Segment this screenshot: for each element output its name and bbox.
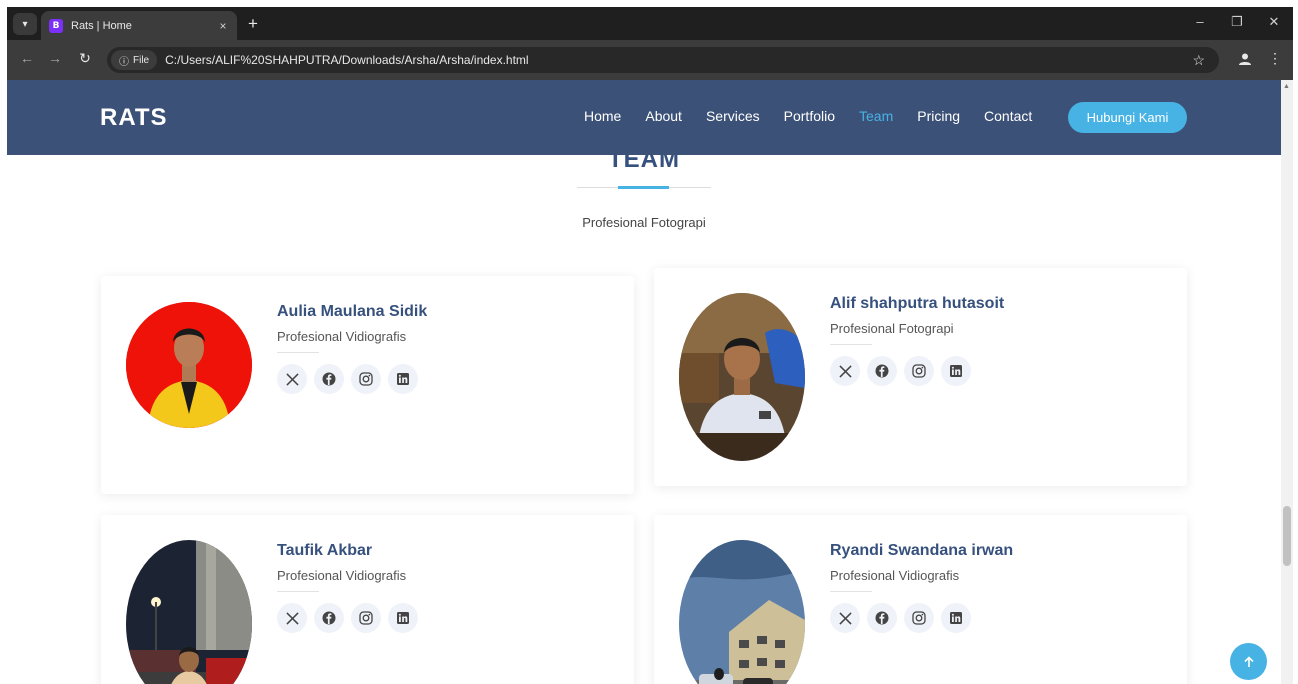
instagram-icon[interactable] bbox=[351, 603, 381, 633]
main-nav: Home About Services Portfolio Team Prici… bbox=[572, 108, 1044, 124]
team-member-card: Taufik Akbar Profesional Vidiografis bbox=[101, 515, 634, 684]
chevron-down-icon: ▾ bbox=[22, 18, 28, 30]
member-divider bbox=[277, 352, 319, 353]
page-scrollbar[interactable]: ▲ bbox=[1281, 80, 1293, 684]
member-role: Profesional Fotograpi bbox=[830, 321, 954, 336]
linkedin-icon[interactable] bbox=[941, 603, 971, 633]
site-info-chip[interactable]: ⓘ File bbox=[111, 50, 158, 70]
member-role: Profesional Vidiografis bbox=[277, 329, 407, 344]
social-links bbox=[830, 603, 971, 633]
tab-search-button[interactable]: ▾ bbox=[13, 13, 37, 35]
site-logo[interactable]: RATS bbox=[100, 104, 168, 132]
site-header: RATS Home About Services Portfolio Team … bbox=[7, 80, 1281, 155]
social-links bbox=[277, 364, 418, 394]
tab-strip: ▾ B Rats | Home × + – ❐ ✕ bbox=[7, 7, 1293, 40]
scroll-thumb[interactable] bbox=[1283, 506, 1291, 566]
more-menu-icon[interactable]: ⋮ bbox=[1267, 50, 1283, 67]
member-name: Alif shahputra hutasoit bbox=[830, 295, 1005, 312]
x-twitter-icon[interactable] bbox=[830, 603, 860, 633]
team-member-card: Alif shahputra hutasoit Profesional Foto… bbox=[654, 268, 1187, 486]
member-name: Aulia Maulana Sidik bbox=[277, 303, 428, 320]
member-photo bbox=[679, 293, 805, 461]
team-member-card: Aulia Maulana Sidik Profesional Vidiogra… bbox=[101, 276, 634, 494]
bootstrap-favicon-icon: B bbox=[49, 18, 63, 33]
minimize-button[interactable]: – bbox=[1190, 14, 1210, 29]
bookmark-star-icon[interactable]: ☆ bbox=[1192, 52, 1205, 69]
member-photo bbox=[679, 540, 805, 684]
facebook-icon[interactable] bbox=[867, 356, 897, 386]
nav-home[interactable]: Home bbox=[584, 108, 621, 124]
member-divider bbox=[277, 591, 319, 592]
section-subtitle: Profesional Fotograpi bbox=[582, 215, 706, 230]
info-icon: ⓘ bbox=[119, 56, 129, 68]
member-name: Ryandi Swandana irwan bbox=[830, 542, 1014, 559]
arrow-right-icon: → bbox=[48, 50, 62, 66]
social-links bbox=[277, 603, 418, 633]
member-name: Taufik Akbar bbox=[277, 542, 373, 559]
forward-button[interactable]: → bbox=[45, 50, 65, 66]
instagram-icon[interactable] bbox=[351, 364, 381, 394]
arrow-up-icon bbox=[1243, 655, 1254, 667]
browser-window: ▾ B Rats | Home × + – ❐ ✕ ← → ↻ ⓘ File C… bbox=[7, 7, 1293, 684]
url-text[interactable]: C:/Users/ALIF%20SHAHPUTRA/Downloads/Arsh… bbox=[165, 53, 528, 67]
reload-icon: ↻ bbox=[79, 50, 91, 66]
browser-tab[interactable]: B Rats | Home × bbox=[41, 11, 237, 40]
scroll-up-icon[interactable]: ▲ bbox=[1283, 83, 1290, 90]
web-page: RATS Home About Services Portfolio Team … bbox=[7, 80, 1293, 684]
nav-portfolio[interactable]: Portfolio bbox=[784, 108, 835, 124]
browser-toolbar: ← → ↻ ⓘ File C:/Users/ALIF%20SHAHPUTRA/D… bbox=[7, 40, 1293, 80]
address-bar[interactable]: ⓘ File C:/Users/ALIF%20SHAHPUTRA/Downloa… bbox=[107, 47, 1219, 73]
title-accent-bar bbox=[618, 186, 669, 189]
member-role: Profesional Vidiografis bbox=[830, 568, 960, 583]
nav-pricing[interactable]: Pricing bbox=[917, 108, 960, 124]
member-role: Profesional Vidiografis bbox=[277, 568, 407, 583]
back-button[interactable]: ← bbox=[17, 50, 37, 66]
linkedin-icon[interactable] bbox=[388, 364, 418, 394]
x-twitter-icon[interactable] bbox=[277, 364, 307, 394]
tab-close-button[interactable]: × bbox=[213, 19, 233, 33]
facebook-icon[interactable] bbox=[314, 364, 344, 394]
member-divider bbox=[830, 591, 872, 592]
instagram-icon[interactable] bbox=[904, 603, 934, 633]
member-divider bbox=[830, 344, 872, 345]
instagram-icon[interactable] bbox=[904, 356, 934, 386]
linkedin-icon[interactable] bbox=[388, 603, 418, 633]
new-tab-button[interactable]: + bbox=[243, 14, 263, 34]
facebook-icon[interactable] bbox=[867, 603, 897, 633]
arrow-left-icon: ← bbox=[20, 50, 34, 66]
facebook-icon[interactable] bbox=[314, 603, 344, 633]
social-links bbox=[830, 356, 971, 386]
x-twitter-icon[interactable] bbox=[277, 603, 307, 633]
team-member-card: Ryandi Swandana irwan Profesional Vidiog… bbox=[654, 515, 1187, 684]
linkedin-icon[interactable] bbox=[941, 356, 971, 386]
x-twitter-icon[interactable] bbox=[830, 356, 860, 386]
member-photo bbox=[126, 302, 252, 428]
back-to-top-button[interactable] bbox=[1230, 643, 1267, 680]
reload-button[interactable]: ↻ bbox=[75, 50, 95, 67]
close-window-button[interactable]: ✕ bbox=[1264, 14, 1284, 30]
nav-services[interactable]: Services bbox=[706, 108, 760, 124]
nav-contact[interactable]: Contact bbox=[984, 108, 1032, 124]
hubungi-kami-button[interactable]: Hubungi Kami bbox=[1068, 102, 1187, 133]
member-photo bbox=[126, 540, 252, 684]
restore-button[interactable]: ❐ bbox=[1227, 14, 1247, 30]
nav-about[interactable]: About bbox=[645, 108, 682, 124]
nav-team[interactable]: Team bbox=[859, 108, 893, 124]
profile-icon[interactable] bbox=[1237, 52, 1253, 68]
site-info-label: File bbox=[133, 54, 150, 66]
tab-title: Rats | Home bbox=[71, 19, 132, 32]
